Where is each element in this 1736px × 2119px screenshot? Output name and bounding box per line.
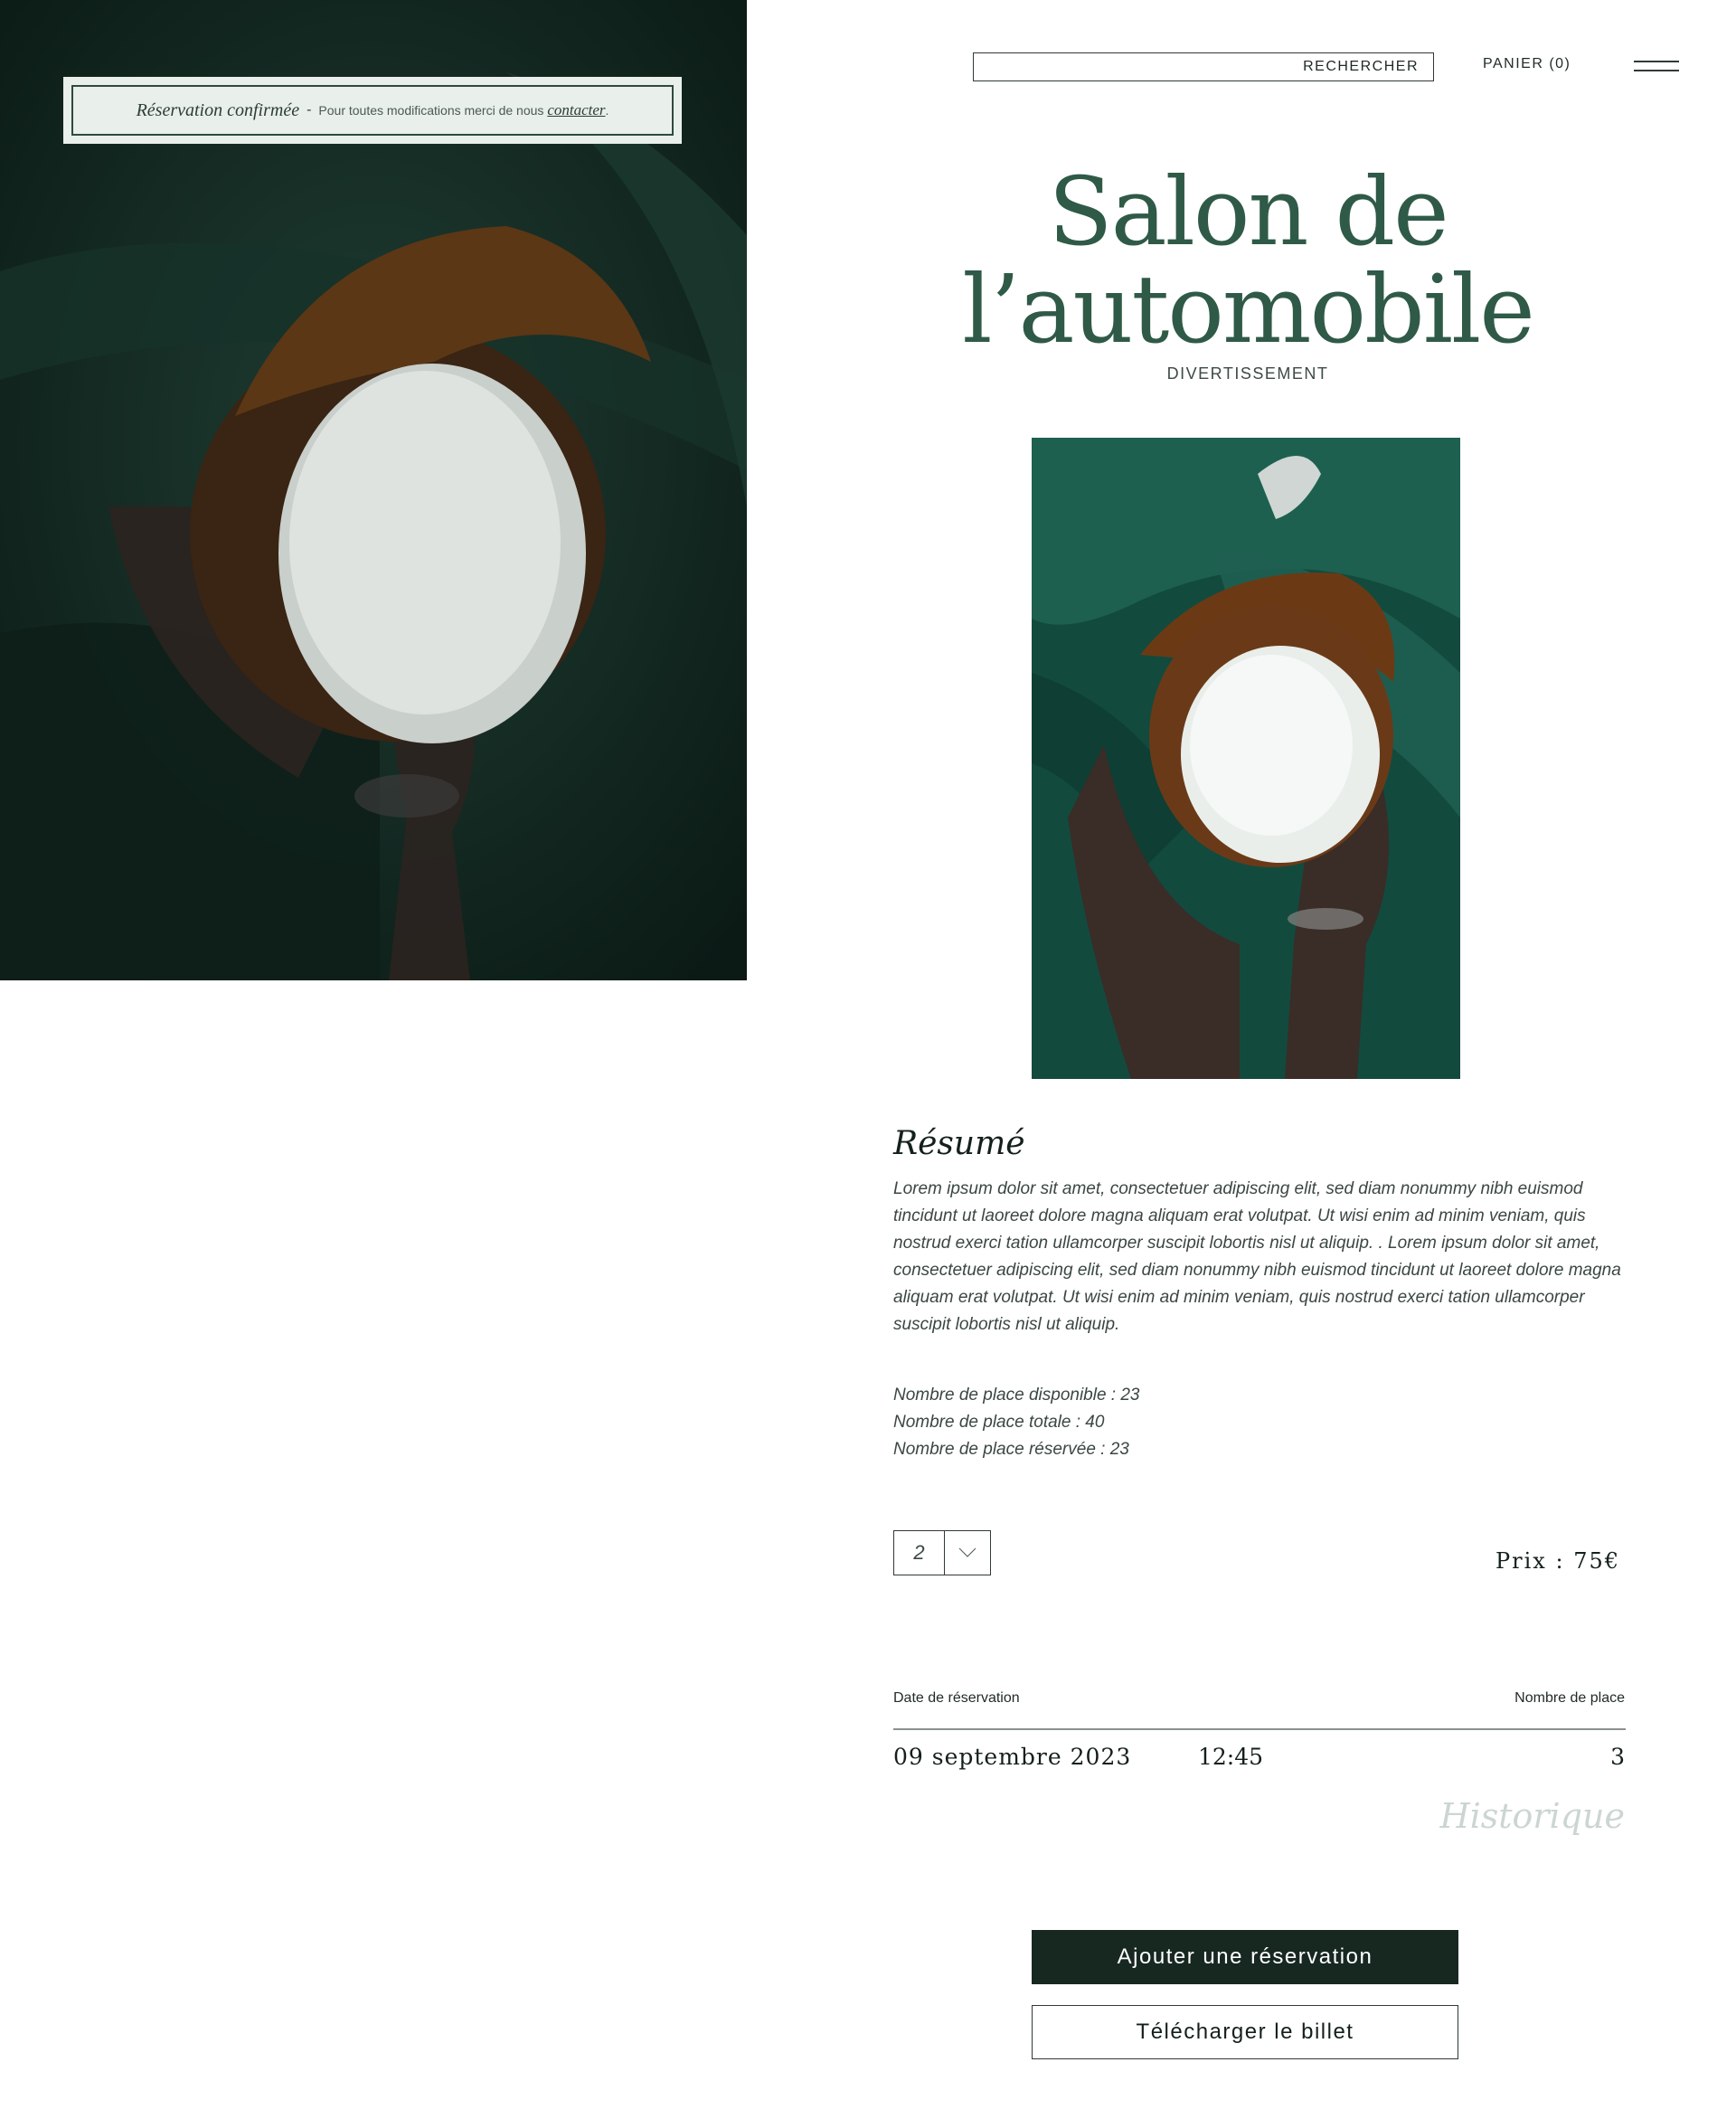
hero-coconut-illustration [0,0,747,980]
price-value: 75€ [1573,1548,1620,1574]
banner-separator: - [307,102,312,118]
reservation-places: 3 [1610,1744,1625,1770]
download-ticket-button[interactable]: Télécharger le billet [1032,2005,1458,2059]
banner-suffix: . [605,103,609,118]
quantity-select[interactable]: 2 [893,1530,991,1575]
cart-link[interactable]: PANIER (0) [1483,56,1571,72]
reservation-time: 12:45 [1198,1744,1264,1770]
search-button[interactable]: RECHERCHER [1303,53,1419,80]
summary-title: Résumé [893,1125,1025,1162]
confirmation-banner-frame: Réservation confirmée - Pour toutes modi… [71,85,674,136]
price-separator: : [1555,1548,1565,1574]
contact-link[interactable]: contacter [547,101,605,118]
price-label: Prix [1495,1548,1547,1574]
quantity-value: 2 [894,1531,945,1575]
seats-reserved: Nombre de place réservée : 23 [893,1440,1129,1459]
hero-image: Réservation confirmée - Pour toutes modi… [0,0,747,980]
event-title-line1: Salon de [1048,156,1448,267]
column-header-places: Nombre de place [1514,1690,1625,1706]
table-divider [893,1728,1626,1730]
seat-stats: Nombre de place disponible : 23 Nombre d… [893,1382,1140,1463]
event-title: Salon de l’automobile [904,163,1591,358]
event-image [1032,438,1460,1079]
chevron-down-icon[interactable] [945,1531,990,1575]
event-title-line2: l’automobile [962,254,1535,364]
summary-text: Lorem ipsum dolor sit amet, consectetuer… [893,1179,1621,1334]
reservation-date: 09 septembre 2023 [893,1744,1132,1770]
history-link[interactable]: Historique [1439,1796,1625,1836]
seats-available: Nombre de place disponible : 23 [893,1386,1140,1405]
seats-total: Nombre de place totale : 40 [893,1413,1105,1432]
confirmation-title: Réservation confirmée [136,99,300,120]
menu-line-bottom [1634,70,1679,71]
confirmation-text: Pour toutes modifications merci de nous … [318,101,609,119]
menu-line-top [1634,61,1679,62]
add-reservation-button[interactable]: Ajouter une réservation [1032,1930,1458,1984]
confirmation-banner: Réservation confirmée - Pour toutes modi… [63,77,682,144]
price: Prix : 75€ [1447,1548,1620,1574]
column-header-date: Date de réservation [893,1690,1020,1706]
hamburger-icon[interactable] [1634,58,1679,72]
search-input[interactable]: RECHERCHER [973,52,1434,81]
event-coconut-illustration [1032,438,1460,1079]
confirmation-message: Pour toutes modifications merci de nous [318,103,544,118]
event-category: DIVERTISSEMENT [1166,364,1329,383]
